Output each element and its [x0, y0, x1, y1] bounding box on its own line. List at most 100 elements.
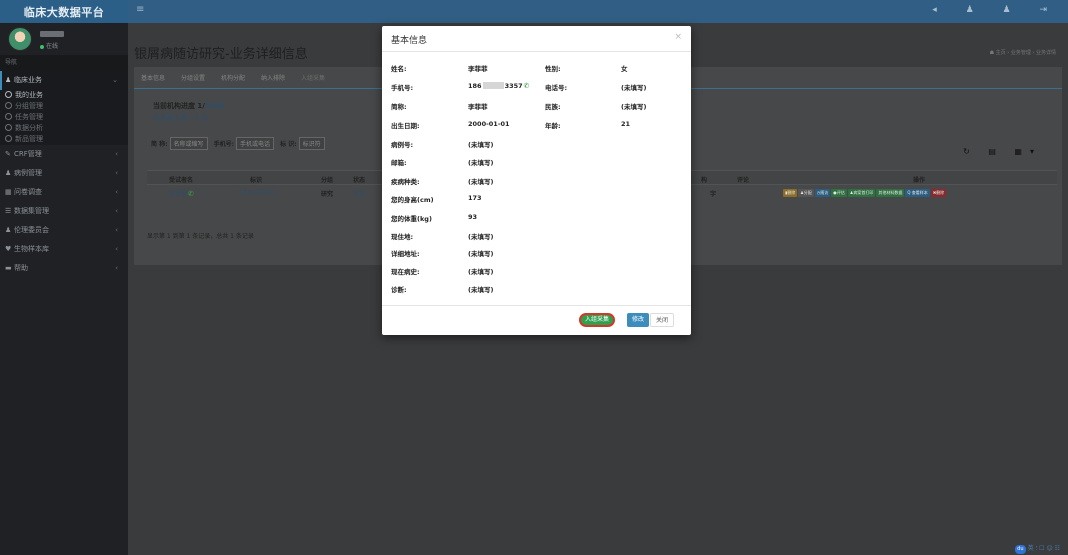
field-value: 女 [621, 65, 628, 73]
sidebar: 临床大数据平台 在线 导航 ♟ 临床业务 ⌄ 我的业务 分组管理 任务管理 数据分… [0, 0, 128, 555]
modal-field-row: 您的体重(kg) 93 [382, 213, 691, 225]
chevron-left-icon: ‹ [115, 226, 118, 234]
breadcrumb[interactable]: ☗ 主页 › 业务管理 › 业务详情 [990, 49, 1056, 56]
sidebar-item-crf[interactable]: ✎ CRF管理 ‹ [0, 145, 128, 164]
chevron-left-icon: ‹ [115, 150, 118, 158]
sidebar-item-cases[interactable]: ♟ 病例管理 ‹ [0, 164, 128, 183]
top-navbar: ≡ ◂ ♟ ♟ ⇥ [128, 0, 1068, 23]
sidebar-subitem-new[interactable]: 新品管理 [0, 134, 128, 145]
field-label: 邮箱: [391, 159, 407, 167]
circle-icon [5, 102, 12, 109]
phone-icon[interactable]: ✆ [524, 82, 530, 90]
sidebar-subitem-analysis[interactable]: 数据分析 [0, 123, 128, 134]
field-label: 出生日期: [391, 122, 420, 130]
tab-inclusion[interactable]: 纳入排除 [261, 73, 285, 82]
phone-redaction [482, 82, 504, 89]
action-button[interactable]: Q 查看样本 [905, 189, 930, 197]
sidebar-item-label: 帮助 [14, 264, 28, 272]
modal-field-row: 您的身高(cm) 173 [382, 194, 691, 206]
field-label: 年龄: [545, 122, 561, 130]
chevron-left-icon: ‹ [115, 245, 118, 253]
field-label: 姓名: [391, 65, 407, 73]
action-button[interactable]: ●评估 [831, 189, 847, 197]
action-button[interactable]: 其他材料数据 [876, 189, 905, 197]
chevron-left-icon: ‹ [115, 188, 118, 196]
tab-basic-info[interactable]: 基本信息 [141, 73, 165, 82]
col-subject: 受试者名 [169, 177, 194, 184]
user-icon: ♟ [5, 76, 12, 84]
col-id: 标识 [250, 177, 263, 184]
user-panel: 在线 [0, 23, 128, 55]
progress-label: 当前机构进度 1/ [153, 102, 205, 110]
phone-filter-input[interactable]: 手机或电话 [236, 137, 275, 150]
close-icon[interactable]: × [674, 32, 682, 42]
avatar[interactable] [8, 27, 32, 51]
hamburger-menu-icon[interactable]: ≡ [136, 4, 144, 15]
modal-field-row: 出生日期: 2000-01-01 年龄: 21 [382, 120, 691, 132]
sidebar-item-clinical[interactable]: ♟ 临床业务 ⌄ [0, 71, 128, 90]
edit-icon: ✎ [5, 150, 11, 158]
sidebar-subitem-group[interactable]: 分组管理 [0, 101, 128, 112]
field-value: 186 3357✆ [468, 82, 530, 90]
tab-institution[interactable]: 机构分配 [221, 73, 245, 82]
field-value: (未填写) [468, 250, 494, 258]
phone-icon: ✆ [188, 190, 194, 198]
tag-filter-input[interactable]: 标识符 [298, 137, 325, 150]
sidebar-item-ethics[interactable]: ♟ 伦理委员会 ‹ [0, 221, 128, 240]
modal-title: 基本信息 [391, 36, 428, 46]
sidebar-item-help[interactable]: ▬ 帮助 ‹ [0, 259, 128, 278]
brand-logo[interactable]: 临床大数据平台 [0, 0, 128, 23]
close-button[interactable]: 关闭 [650, 313, 675, 327]
edit-button[interactable]: 修改 [627, 313, 650, 327]
chevron-left-icon: ‹ [115, 169, 118, 177]
col-group: 分组 [321, 177, 334, 184]
modal-field-row: 疾病种类: (未填写) [382, 176, 691, 188]
user-name-redacted [40, 31, 64, 37]
folder-icon: ▬ [5, 264, 12, 272]
tab-group-settings[interactable]: 分组设置 [181, 73, 205, 82]
modal-field-row: 详细地址: (未填写) [382, 248, 691, 260]
action-button[interactable]: ▮删除 [783, 189, 798, 197]
action-button[interactable]: ♟病案首打印 [847, 189, 876, 197]
modal-field-row: 手机号: 186 3357✆ 电话号: (未填写) [382, 82, 691, 94]
field-label: 电话号: [545, 84, 568, 92]
field-label: 您的体重(kg) [391, 215, 432, 223]
action-buttons: ▮删除 ♟分配 ◷随访 ●评估 ♟病案首打印 其他材料数据 Q 查看样本 ✖删除 [783, 189, 947, 198]
topbar-icons[interactable]: ◂ ♟ ♟ ⇥ [932, 5, 1060, 15]
ime-toolbar[interactable]: du 英 ⸵ ☐ ☺ ☷ [1014, 543, 1060, 554]
field-value: 李菲菲 [468, 65, 488, 73]
field-value: (未填写) [468, 178, 494, 186]
field-label: 您的身高(cm) [391, 196, 434, 204]
heart-icon: ♥ [5, 245, 12, 253]
col-actions: 操作 [913, 177, 926, 184]
sidebar-item-dataset[interactable]: ☰ 数据集管理 ‹ [0, 202, 128, 221]
sidebar-subitem-label: 分组管理 [15, 102, 43, 110]
tab-enrollment[interactable]: 入组采集 [301, 73, 325, 82]
sidebar-subitem-label: 新品管理 [15, 135, 43, 143]
sidebar-subitem-label: 数据分析 [15, 124, 43, 132]
enroll-collect-button[interactable]: 入组采集 [579, 313, 616, 327]
field-label: 简称: [391, 103, 407, 111]
progress-total: 1050 [204, 102, 225, 110]
sidebar-subitem-label: 任务管理 [15, 113, 43, 121]
sidebar-subitem-my-business[interactable]: 我的业务 [0, 90, 128, 101]
sidebar-item-biobank[interactable]: ♥ 生物样本库 ‹ [0, 240, 128, 259]
sidebar-subitem-task[interactable]: 任务管理 [0, 112, 128, 123]
filter-bar: 简 称: 名称或缩写 手机号: 手机或电话 标 识: 标识符 [151, 137, 329, 150]
action-button[interactable]: ◷随访 [814, 189, 831, 197]
subject-name-link[interactable]: 李菲菲✆ [169, 189, 194, 198]
sidebar-item-label: 生物样本库 [14, 245, 49, 253]
field-value: 173 [468, 194, 482, 202]
list-icon: ☰ [5, 207, 12, 215]
action-button[interactable]: ♟分配 [798, 189, 814, 197]
action-button[interactable]: ✖删除 [930, 189, 947, 197]
filter-tag-label: 标 识: [280, 141, 297, 148]
sidebar-item-label: CRF管理 [14, 150, 42, 158]
name-filter-input[interactable]: 名称或缩写 [169, 137, 208, 150]
basic-info-modal: 基本信息 × 姓名: 李菲菲 性别: 女手机号: 186 3357✆ 电话号: (未填写) 简称… [382, 26, 691, 335]
field-value: 21 [621, 120, 631, 128]
chevron-down-icon: ⌄ [112, 76, 118, 84]
table-tools[interactable]: ↻ ▤ ▦▾ [963, 147, 1042, 156]
sidebar-item-survey[interactable]: ▦ 问卷调查 ‹ [0, 183, 128, 202]
modal-field-row: 简称: 李菲菲 民族: (未填写) [382, 101, 691, 113]
